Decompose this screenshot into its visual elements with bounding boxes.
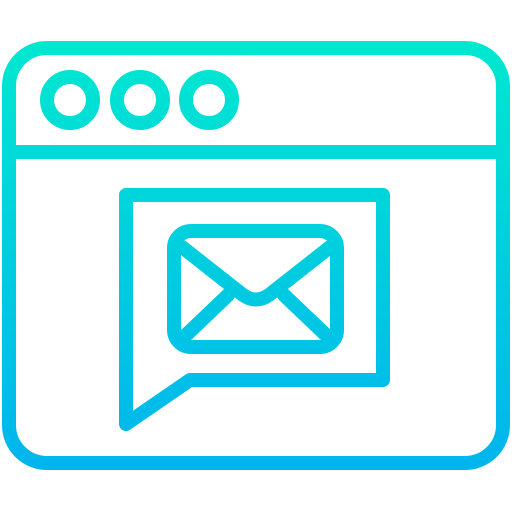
envelope-fold-right: [277, 288, 335, 344]
envelope-flap: [175, 240, 337, 307]
window-dot-icon: [110, 70, 170, 130]
window-dot-icon: [179, 70, 239, 130]
icon-canvas: [2, 41, 510, 470]
envelope-fold-left: [177, 288, 235, 344]
browser-window-email-message-icon: [0, 0, 512, 512]
window-dot-icon: [40, 70, 100, 130]
